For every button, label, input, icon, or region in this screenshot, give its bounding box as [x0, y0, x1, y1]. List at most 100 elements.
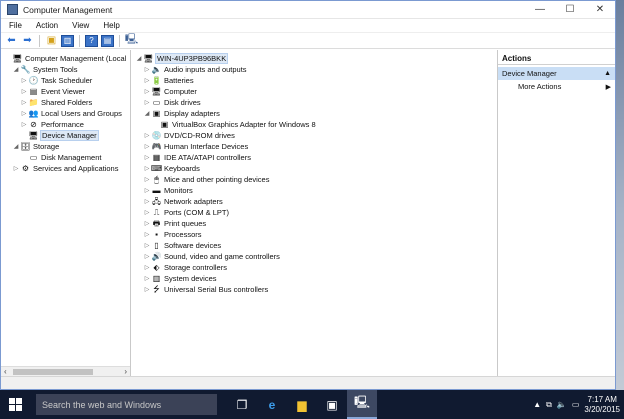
console-tree-item-row[interactable]: ▭ Disk Management [1, 152, 130, 163]
computer-management-task-icon[interactable]: 🖳 [347, 390, 377, 419]
device-tree-item-row[interactable]: ▷ ⭍ Universal Serial Bus controllers [131, 284, 497, 295]
scrollbar-thumb[interactable] [13, 369, 93, 375]
minimize-icon[interactable]: — [525, 1, 555, 19]
device-tree-item-row[interactable]: ▣ VirtualBox Graphics Adapter for Windows… [131, 119, 497, 130]
volume-icon[interactable]: 🔈 [557, 400, 567, 409]
console-tree-item-row[interactable]: ▷ 📁 Shared Folders [1, 97, 130, 108]
expand-toggle-icon[interactable]: ◢ [12, 143, 20, 150]
expand-toggle-icon[interactable]: ▷ [143, 66, 151, 73]
expand-toggle-icon[interactable]: ▷ [20, 88, 28, 95]
menu-action[interactable]: Action [34, 21, 60, 30]
close-icon[interactable]: ✕ [585, 1, 615, 19]
device-tree-item-row[interactable]: ▷ 💿 DVD/CD-ROM drives [131, 130, 497, 141]
up-folder-icon[interactable]: ▣ [45, 35, 58, 47]
task-view-icon[interactable]: ❐ [227, 390, 257, 419]
expand-toggle-icon[interactable]: ▷ [143, 88, 151, 95]
menu-view[interactable]: View [70, 21, 91, 30]
device-tree-item-row[interactable]: ▷ ▯ Software devices [131, 240, 497, 251]
action-center-icon[interactable]: ▭ [572, 400, 580, 409]
console-tree-item-row[interactable]: 🖥 Computer Management (Local [1, 53, 130, 64]
expand-toggle-icon[interactable]: ▷ [143, 264, 151, 271]
horizontal-scrollbar[interactable]: ‹ › [1, 366, 130, 376]
help-icon[interactable]: ? [85, 34, 98, 47]
expand-toggle-icon[interactable]: ▷ [143, 154, 151, 161]
collapse-up-icon[interactable]: ▲ [604, 70, 611, 77]
scroll-left-icon[interactable]: ‹ [4, 367, 7, 376]
actions-section-device-manager[interactable]: Device Manager ▲ [498, 67, 615, 80]
start-button[interactable] [0, 390, 30, 419]
device-tree-item-row[interactable]: ◢ 🖥 WIN-4UP3PB96BKK [131, 53, 497, 64]
device-tree-item-row[interactable]: ▷ 🖧 Network adapters [131, 196, 497, 207]
search-box[interactable]: Search the web and Windows [36, 394, 217, 415]
expand-toggle-icon[interactable]: ▷ [143, 209, 151, 216]
expand-toggle-icon[interactable]: ▷ [143, 220, 151, 227]
expand-toggle-icon[interactable]: ▷ [20, 77, 28, 84]
console-tree-item-row[interactable]: ▷ 👥 Local Users and Groups [1, 108, 130, 119]
expand-toggle-icon[interactable]: ◢ [143, 110, 151, 117]
expand-toggle-icon[interactable]: ▷ [143, 187, 151, 194]
console-tree-item-row[interactable]: ◢ 🗄 Storage [1, 141, 130, 152]
properties-icon[interactable]: ▤ [101, 34, 114, 47]
forward-arrow-icon[interactable]: ➡ [21, 35, 34, 47]
device-tree-item-row[interactable]: ▷ ▥ System devices [131, 273, 497, 284]
show-hide-tree-icon[interactable]: ▥ [61, 34, 74, 47]
device-tree-item-row[interactable]: ▷ ▪ Processors [131, 229, 497, 240]
device-tree-item-label: Disk drives [164, 98, 201, 107]
expand-toggle-icon[interactable]: ▷ [143, 253, 151, 260]
mouse-icon: 🖱 [154, 174, 159, 184]
back-arrow-icon[interactable]: ⬅ [5, 35, 18, 47]
expand-toggle-icon[interactable]: ▷ [143, 275, 151, 282]
expand-toggle-icon[interactable]: ▷ [12, 165, 20, 172]
expand-toggle-icon[interactable]: ◢ [135, 55, 143, 62]
expand-toggle-icon[interactable]: ▷ [143, 132, 151, 139]
device-tree-item-row[interactable]: ▷ 🔊 Sound, video and game controllers [131, 251, 497, 262]
store-icon[interactable]: ▣ [317, 390, 347, 419]
device-tree-item-row[interactable]: ▷ ▦ IDE ATA/ATAPI controllers [131, 152, 497, 163]
device-tree-item-row[interactable]: ▷ ⬖ Storage controllers [131, 262, 497, 273]
expand-toggle-icon[interactable]: ◢ [12, 66, 20, 73]
expand-toggle-icon[interactable]: ▷ [143, 143, 151, 150]
scan-hardware-icon[interactable]: 🖳 [125, 34, 138, 47]
more-actions-item[interactable]: More Actions ▶ [498, 80, 615, 93]
device-tree-item-row[interactable]: ▷ 🖶 Print queues [131, 218, 497, 229]
expand-toggle-icon[interactable]: ▷ [143, 198, 151, 205]
main-panes: 🖥 Computer Management (Local ◢ 🔧 System Tool… [1, 50, 615, 376]
expand-toggle-icon[interactable]: ▷ [143, 77, 151, 84]
device-tree-item-row[interactable]: ▷ 🖱 Mice and other pointing devices [131, 174, 497, 185]
device-tree-item-row[interactable]: ▷ 🖥 Computer [131, 86, 497, 97]
menu-help[interactable]: Help [101, 21, 121, 30]
device-tree-item-row[interactable]: ▷ ▬ Monitors [131, 185, 497, 196]
device-tree-item-row[interactable]: ▷ 🎮 Human Interface Devices [131, 141, 497, 152]
maximize-icon[interactable]: ☐ [555, 1, 585, 19]
clock[interactable]: 7:17 AM 3/20/2015 [584, 395, 620, 415]
expand-toggle-icon[interactable]: ▷ [20, 110, 28, 117]
menu-file[interactable]: File [7, 21, 24, 30]
console-tree-item-row[interactable]: ▷ ▤ Event Viewer [1, 86, 130, 97]
console-tree-item-row[interactable]: ▷ 🕑 Task Scheduler [1, 75, 130, 86]
expand-toggle-icon[interactable]: ▷ [143, 99, 151, 106]
console-tree-item-row[interactable]: ◢ 🔧 System Tools [1, 64, 130, 75]
device-tree-item-row[interactable]: ▷ 🔈 Audio inputs and outputs [131, 64, 497, 75]
scroll-right-icon[interactable]: › [124, 367, 127, 376]
device-tree-item-row[interactable]: ▷ ▭ Disk drives [131, 97, 497, 108]
console-tree-pane[interactable]: 🖥 Computer Management (Local ◢ 🔧 System Tool… [1, 50, 131, 376]
expand-toggle-icon[interactable]: ▷ [20, 99, 28, 106]
show-hidden-icons-icon[interactable]: ▲ [533, 400, 541, 409]
device-tree-item-row[interactable]: ▷ ⎍ Ports (COM & LPT) [131, 207, 497, 218]
file-explorer-icon[interactable]: ▆ [287, 390, 317, 419]
edge-browser-icon[interactable]: e [257, 390, 287, 419]
device-tree-item-label: IDE ATA/ATAPI controllers [164, 153, 251, 162]
device-tree-item-row[interactable]: ▷ 🔋 Batteries [131, 75, 497, 86]
console-tree-item-row[interactable]: ▷ ⚙ Services and Applications [1, 163, 130, 174]
network-icon[interactable]: ⧉ [546, 400, 552, 410]
expand-toggle-icon[interactable]: ▷ [143, 231, 151, 238]
device-list-pane[interactable]: ◢ 🖥 WIN-4UP3PB96BKK ▷ 🔈 Audio inputs and outp… [131, 50, 498, 376]
expand-toggle-icon[interactable]: ▷ [143, 242, 151, 249]
expand-toggle-icon[interactable]: ▷ [20, 121, 28, 128]
expand-toggle-icon[interactable]: ▷ [143, 176, 151, 183]
expand-toggle-icon[interactable]: ▷ [143, 286, 151, 293]
device-tree-item-row[interactable]: ◢ ▣ Display adapters [131, 108, 497, 119]
console-tree-item-row[interactable]: 🖥 Device Manager [1, 130, 130, 141]
device-tree-item-row[interactable]: ▷ ⌨ Keyboards [131, 163, 497, 174]
console-tree-item-row[interactable]: ▷ ⊘ Performance [1, 119, 130, 130]
